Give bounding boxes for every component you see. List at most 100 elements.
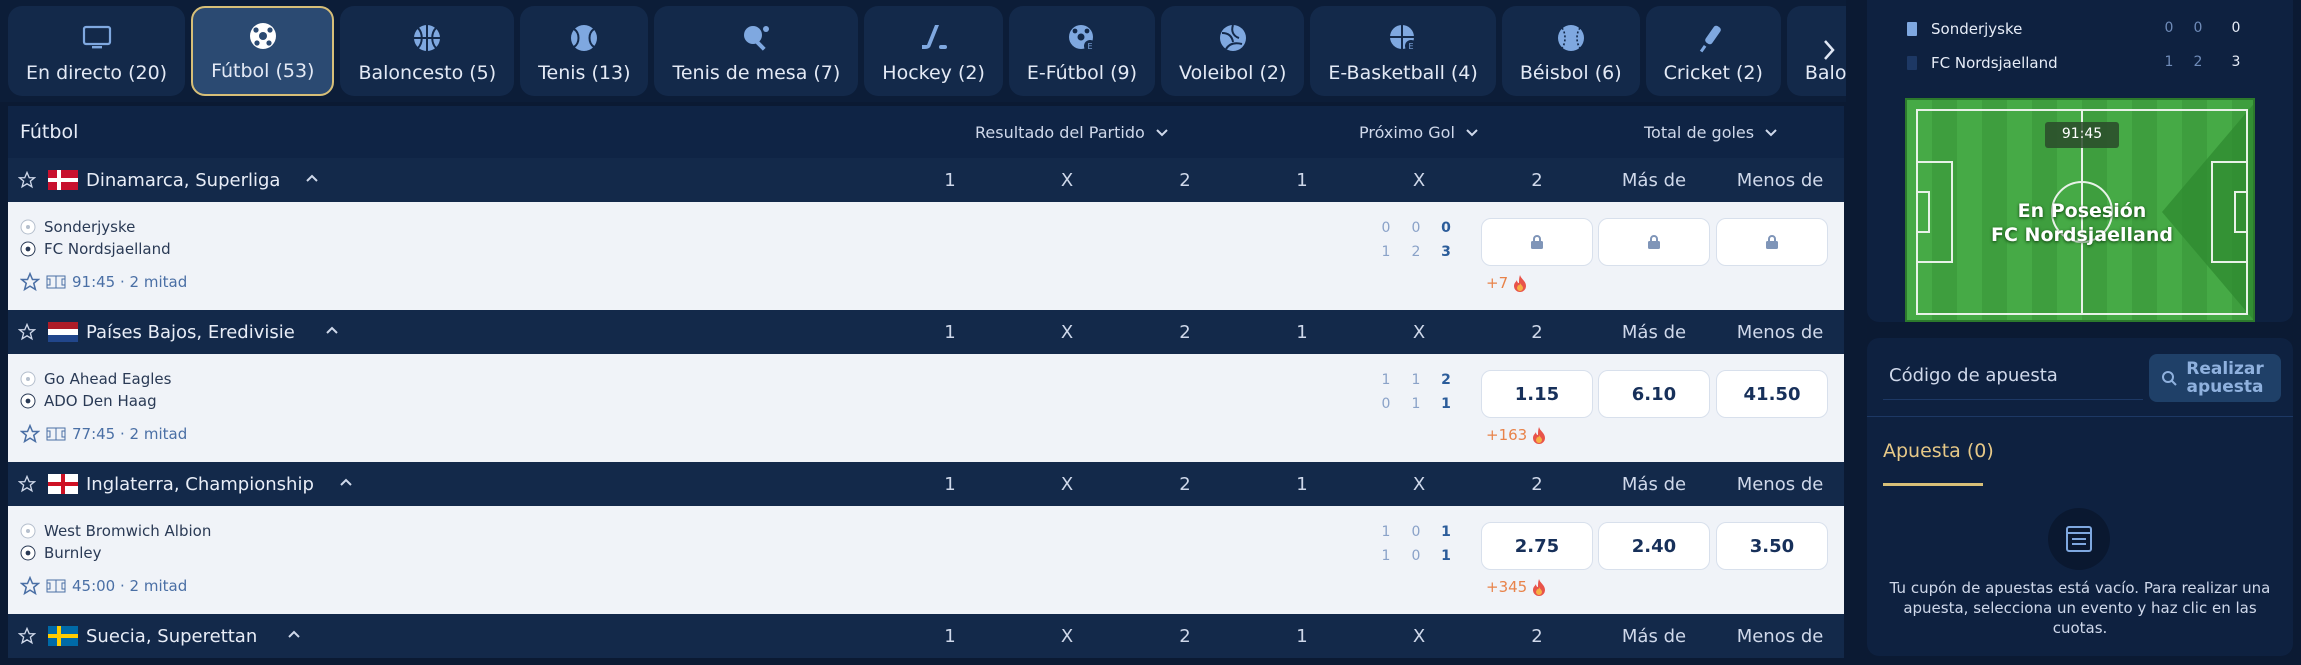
- chevron-up-icon[interactable]: [304, 172, 320, 184]
- chevron-up-icon[interactable]: [338, 476, 354, 488]
- tab-label: Cricket (2): [1663, 62, 1763, 84]
- event-time: 77:45 · 2 mitad: [72, 425, 188, 443]
- tab-live[interactable]: En directo (20): [8, 6, 186, 96]
- odds-button[interactable]: 1.15: [1481, 370, 1593, 418]
- tab-voleibol[interactable]: Voleibol (2): [1161, 6, 1305, 96]
- more-count: +7: [1486, 274, 1509, 292]
- more-markets-link[interactable]: +345: [1486, 578, 1547, 596]
- league-header[interactable]: Dinamarca, Superliga 1 X 2 1 X 2 Más de …: [8, 158, 1844, 202]
- star-icon[interactable]: [18, 323, 36, 341]
- market-header-next-goal[interactable]: Próximo Gol: [1359, 123, 1479, 142]
- col-x: X: [1060, 321, 1074, 343]
- chevron-down-icon: [1466, 128, 1478, 136]
- svg-text:E: E: [1087, 42, 1092, 51]
- col-x: X: [1060, 169, 1074, 191]
- event-row[interactable]: Sonderjyske FC Nordsjaelland 91:45 · 2 m…: [8, 202, 1844, 310]
- odds-button[interactable]: 41.50: [1716, 370, 1828, 418]
- tab-label: Hockey (2): [882, 62, 985, 84]
- odds-button[interactable]: 2.40: [1598, 522, 1710, 570]
- team-name: ADO Den Haag: [44, 392, 157, 410]
- star-icon[interactable]: [20, 576, 40, 596]
- tab-hockey[interactable]: Hockey (2): [864, 6, 1003, 96]
- odds-button-locked[interactable]: [1481, 218, 1593, 266]
- lock-icon: [1648, 235, 1660, 249]
- tab-label: E-Fútbol (9): [1026, 62, 1138, 84]
- tab-cricket[interactable]: Cricket (2): [1645, 6, 1781, 96]
- event-time: 45:00 · 2 mitad: [72, 577, 188, 595]
- col-2: 2: [1179, 321, 1191, 343]
- league-header[interactable]: Suecia, Superettan 1 X 2 1 X 2 Más de Me…: [8, 614, 1844, 658]
- col-x: X: [1060, 473, 1074, 495]
- bet-code-input[interactable]: Código de apuesta: [1883, 352, 2143, 400]
- event-row[interactable]: Go Ahead Eagles ADO Den Haag 77:45 · 2 m…: [8, 354, 1844, 462]
- team-name: West Bromwich Albion: [44, 522, 212, 540]
- tabs-next-arrow[interactable]: [1816, 30, 1842, 70]
- soccer-ball-icon: [20, 523, 36, 539]
- event-row[interactable]: West Bromwich Albion Burnley 45:00 · 2 m…: [8, 506, 1844, 614]
- team-name: Sonderjyske: [1931, 20, 2023, 38]
- tab-ebasketball[interactable]: E E-Basketball (4): [1310, 6, 1496, 96]
- score-total: 3: [2231, 54, 2241, 70]
- col-over: Más de: [1621, 321, 1687, 343]
- star-icon[interactable]: [20, 424, 40, 444]
- odds-button[interactable]: 6.10: [1598, 370, 1710, 418]
- score-total: 0: [1441, 220, 1451, 236]
- soccer-ball-icon: [247, 20, 279, 52]
- tab-beisbol[interactable]: Béisbol (6): [1501, 6, 1640, 96]
- col-2: 2: [1179, 625, 1191, 647]
- lock-icon: [1531, 235, 1543, 249]
- chevron-up-icon[interactable]: [324, 324, 340, 336]
- team-name: FC Nordsjaelland: [44, 240, 171, 258]
- field-icon: [46, 579, 66, 593]
- match-clock: 91:45: [2061, 126, 2103, 142]
- market-header-total-goals[interactable]: Total de goles: [1644, 123, 1778, 142]
- col-1: 1: [1296, 321, 1308, 343]
- odds-button[interactable]: 2.75: [1481, 522, 1593, 570]
- ping-pong-icon: [740, 22, 772, 54]
- more-markets-link[interactable]: +7: [1486, 274, 1528, 292]
- star-icon[interactable]: [18, 475, 36, 493]
- market-header-result[interactable]: Resultado del Partido: [975, 123, 1169, 142]
- coupon-tab-underline: [1883, 483, 1983, 486]
- baseball-icon: [1555, 22, 1587, 54]
- col-1: 1: [944, 473, 956, 495]
- star-icon[interactable]: [18, 627, 36, 645]
- star-icon[interactable]: [20, 272, 40, 292]
- pitch-visualization: 91:45 En Posesión FC Nordsjaelland: [1905, 98, 2255, 322]
- tab-efutbol[interactable]: E E-Fútbol (9): [1008, 6, 1156, 96]
- team-name: Burnley: [44, 544, 102, 562]
- odds-button-locked[interactable]: [1716, 218, 1828, 266]
- col-2: 2: [1531, 625, 1543, 647]
- star-icon[interactable]: [18, 171, 36, 189]
- team-name: FC Nordsjaelland: [1931, 54, 2058, 72]
- odds-button-locked[interactable]: [1598, 218, 1710, 266]
- market-label: Resultado del Partido: [975, 122, 1145, 142]
- tab-tenis[interactable]: Tenis (13): [520, 6, 649, 96]
- coupon-tab[interactable]: Apuesta (0): [1883, 440, 1994, 462]
- place-bet-button[interactable]: Realizar apuesta: [2149, 354, 2281, 402]
- score-total: 1: [1441, 548, 1451, 564]
- flag-denmark-icon: [48, 170, 78, 190]
- sport-header: Fútbol Resultado del Partido Próximo Gol…: [8, 106, 1844, 158]
- odds-button[interactable]: 3.50: [1716, 522, 1828, 570]
- col-over: Más de: [1621, 169, 1687, 191]
- col-1: 1: [1296, 625, 1308, 647]
- chevron-down-icon: [1765, 128, 1777, 136]
- league-name: Suecia, Superettan: [86, 625, 258, 647]
- league-header[interactable]: Países Bajos, Eredivisie 1 X 2 1 X 2 Más…: [8, 310, 1844, 354]
- tab-tenis-mesa[interactable]: Tenis de mesa (7): [654, 6, 859, 96]
- more-markets-link[interactable]: +163: [1486, 426, 1547, 444]
- chevron-up-icon[interactable]: [286, 628, 302, 640]
- away-team: Burnley: [20, 544, 101, 562]
- league-name: Dinamarca, Superliga: [86, 169, 281, 191]
- league-header[interactable]: Inglaterra, Championship 1 X 2 1 X 2 Más…: [8, 462, 1844, 506]
- col-1: 1: [1296, 473, 1308, 495]
- soccer-ball-icon: [20, 545, 36, 561]
- score: 0: [1381, 396, 1391, 412]
- tab-label: Fútbol (53): [211, 60, 315, 82]
- tab-futbol[interactable]: Fútbol (53): [191, 6, 335, 96]
- tab-baloncesto[interactable]: Baloncesto (5): [340, 6, 515, 96]
- flag-sweden-icon: [48, 626, 78, 646]
- home-team: West Bromwich Albion: [20, 522, 211, 540]
- col-2: 2: [1531, 473, 1543, 495]
